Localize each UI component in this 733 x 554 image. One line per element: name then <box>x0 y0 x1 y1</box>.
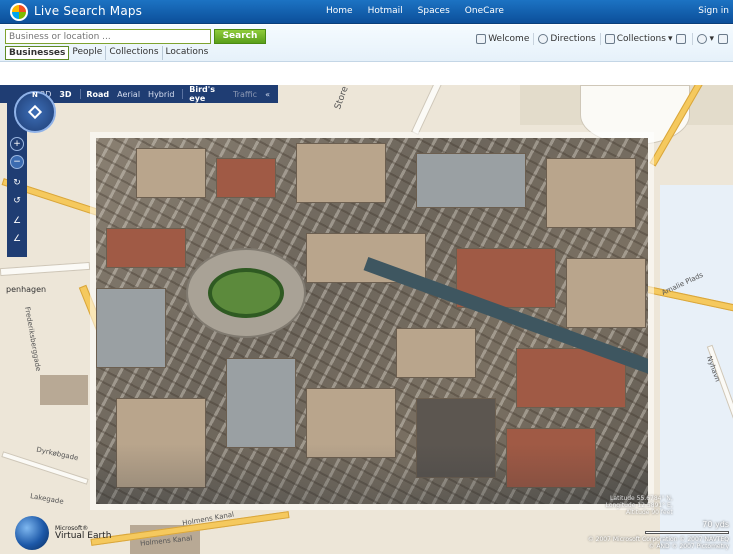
copyright-text: © 2007 Microsoft Corporation © 2007 NAVT… <box>587 536 729 543</box>
tab-locations[interactable]: Locations <box>163 46 212 60</box>
image-shade <box>96 444 648 504</box>
map-tools: Welcome Directions Collections ▾ ▾ <box>472 33 730 45</box>
view-3d[interactable]: 3D <box>59 90 71 99</box>
street-label: Frederiksberggade <box>23 306 43 372</box>
building <box>136 148 206 198</box>
chevron-down-icon: ▾ <box>667 34 673 44</box>
view-traffic[interactable]: Traffic <box>233 90 257 99</box>
tab-collections[interactable]: Collections <box>106 46 163 60</box>
view-aerial[interactable]: Aerial <box>117 90 140 99</box>
building <box>226 358 296 448</box>
search-button[interactable]: Search <box>214 29 266 44</box>
print-icon <box>718 34 728 44</box>
people-icon <box>697 34 708 44</box>
share-icon <box>676 34 687 44</box>
directions-icon <box>538 34 549 44</box>
divider <box>79 89 81 99</box>
building <box>216 158 276 198</box>
map-canvas[interactable]: Store penhagen Frederiksberggade Holmens… <box>0 85 733 554</box>
building <box>96 288 166 368</box>
welcome-button[interactable]: Welcome <box>476 34 529 44</box>
divider <box>533 33 535 45</box>
share-button[interactable] <box>676 34 688 44</box>
people-menu-button[interactable]: ▾ <box>697 34 714 44</box>
welcome-label: Welcome <box>488 34 530 44</box>
building <box>396 328 476 378</box>
tab-people[interactable]: People <box>69 46 107 60</box>
nav-link-spaces[interactable]: Spaces <box>418 6 450 16</box>
search-category-tabs: Businesses People Collections Locations <box>5 46 211 60</box>
collections-label: Collections <box>616 34 666 44</box>
nav-link-onecare[interactable]: OneCare <box>465 6 504 16</box>
top-navigation-bar: Live Search Maps Home Hotmail Spaces One… <box>0 0 733 24</box>
app-title[interactable]: Live Search Maps <box>34 4 142 18</box>
tab-businesses[interactable]: Businesses <box>5 46 70 60</box>
tilt-up-icon[interactable]: ∠ <box>10 215 24 229</box>
copyright-text: © AND © 2007 Pictometry <box>648 543 730 550</box>
collections-icon <box>604 34 615 44</box>
collapse-toolbar-button[interactable]: « <box>265 90 270 99</box>
directions-label: Directions <box>550 34 596 44</box>
street-label: Dyrkøbgade <box>35 445 80 463</box>
tilt-down-icon[interactable]: ∠ <box>10 233 24 247</box>
coordinate-readout: Latitude 55.6784° N, Longitude 12.5891° … <box>605 495 673 516</box>
search-toolbar: Search Businesses People Collections Loc… <box>0 25 733 62</box>
birds-eye-frame <box>90 132 654 510</box>
view-road[interactable]: Road <box>86 90 109 99</box>
chevron-down-icon: ▾ <box>709 34 714 44</box>
view-birds-eye[interactable]: Bird's eye <box>189 85 225 103</box>
street-label: penhagen <box>6 285 47 294</box>
zoom-out-icon[interactable]: − <box>10 155 24 169</box>
map-road <box>411 85 469 136</box>
collections-button[interactable]: Collections ▾ <box>604 34 673 44</box>
top-nav-links: Home Hotmail Spaces OneCare <box>326 6 519 16</box>
directions-button[interactable]: Directions <box>538 34 596 44</box>
welcome-icon <box>476 34 487 44</box>
birds-eye-image[interactable] <box>96 138 648 504</box>
windows-logo-icon[interactable] <box>10 3 28 21</box>
logo-text: Microsoft® Virtual Earth <box>55 525 112 541</box>
rotate-counterclockwise-icon[interactable]: ↺ <box>10 195 24 209</box>
street-label: Lakegade <box>29 492 65 506</box>
sign-in-link[interactable]: Sign in <box>698 6 729 16</box>
nav-link-home[interactable]: Home <box>326 6 353 16</box>
building <box>546 158 636 228</box>
divider <box>599 33 601 45</box>
rotate-clockwise-icon[interactable]: ↻ <box>10 177 24 191</box>
map-road <box>0 261 91 277</box>
globe-icon <box>15 516 49 550</box>
nav-link-hotmail[interactable]: Hotmail <box>368 6 403 16</box>
print-button[interactable] <box>718 34 730 44</box>
building <box>106 228 186 268</box>
compass-rose[interactable]: N <box>14 91 56 133</box>
compass-arrow-icon <box>27 104 43 120</box>
park <box>208 268 284 318</box>
scale-label: 70 yds <box>702 520 729 529</box>
logo-product: Virtual Earth <box>55 530 112 541</box>
compass-north-label: N <box>32 91 38 99</box>
building <box>296 143 386 203</box>
street-label: Store <box>333 85 351 111</box>
zoom-in-icon[interactable]: + <box>10 137 24 151</box>
divider <box>182 89 184 99</box>
map-attribution: Latitude 55.6784° N, Longitude 12.5891° … <box>588 495 729 550</box>
virtual-earth-logo: Microsoft® Virtual Earth <box>15 516 111 550</box>
view-hybrid[interactable]: Hybrid <box>148 90 174 99</box>
map-block <box>40 375 88 405</box>
building <box>566 258 646 328</box>
scale-bar <box>645 531 729 534</box>
divider <box>692 33 694 45</box>
search-input[interactable] <box>5 29 211 44</box>
building <box>416 153 526 208</box>
